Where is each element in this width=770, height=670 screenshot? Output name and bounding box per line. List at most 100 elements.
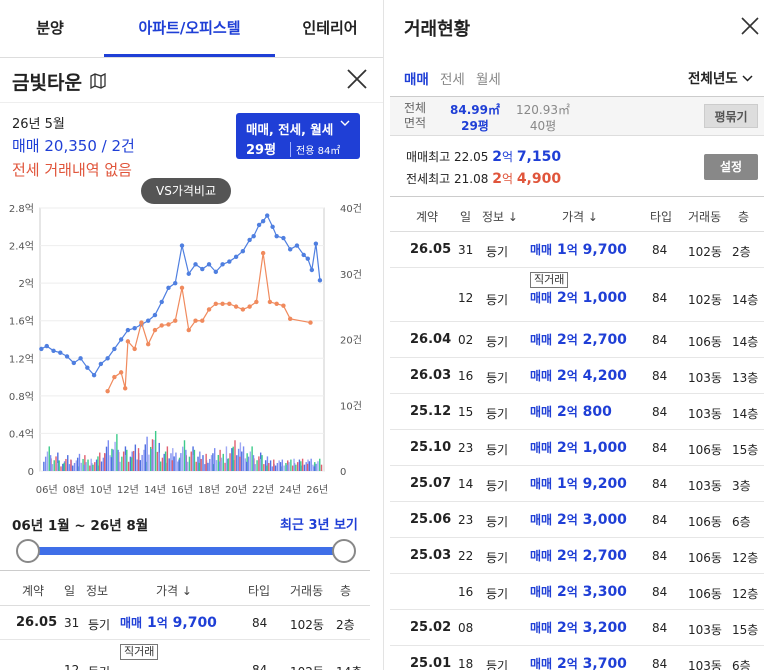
row-type: 84 <box>652 477 668 491</box>
volume-bar <box>171 460 174 471</box>
price-sort[interactable]: 가격 ↓ <box>562 208 598 225</box>
tab-sale[interactable]: 매매 <box>404 68 429 88</box>
volume-bar <box>264 460 267 471</box>
compare-button[interactable]: VS가격비교 <box>141 178 231 204</box>
price-chart: 0 0.4억 0.8억 1.2억 1.6억 2억 2.4억 2.8억 0 10건 20건 30건 40건… <box>9 203 362 496</box>
data-point <box>294 243 300 248</box>
volume-bar <box>114 441 116 471</box>
data-point <box>173 280 178 286</box>
volume-bar <box>204 464 206 471</box>
row-floor: 15층 <box>732 623 759 637</box>
volume-bar <box>119 461 121 471</box>
area-option-120[interactable]: 120.93㎡ 40평 <box>516 102 570 134</box>
summary-sale: 매매 20,350 / 2건 <box>12 137 135 155</box>
data-point <box>317 278 323 283</box>
row-day: 12 <box>64 663 80 670</box>
row-floor: 14층 <box>336 663 362 670</box>
volume-bar <box>132 450 135 471</box>
volume-bar <box>173 456 175 471</box>
close-icon[interactable] <box>740 16 760 40</box>
volume-bar <box>306 463 309 471</box>
volume-bar <box>232 446 234 471</box>
table-row[interactable]: 25.07 14 등기 매매 1억 9,200 84 103동 3층 <box>390 466 764 502</box>
volume-bar <box>112 449 114 471</box>
tab-interior[interactable]: 인테리어 <box>282 0 378 58</box>
table-row[interactable]: 25.03 22 등기 매매 2억 2,700 84 106동 12층 <box>390 538 764 574</box>
volume-bar <box>90 458 92 471</box>
tab-apartment[interactable]: 아파트/오피스텔 <box>104 0 275 58</box>
tab-presale[interactable]: 분양 <box>0 0 100 58</box>
volume-bar <box>195 461 197 471</box>
data-point <box>240 307 246 312</box>
settings-button[interactable]: 설정 <box>704 154 758 180</box>
range-end-handle[interactable] <box>332 539 356 563</box>
volume-bar <box>283 465 285 471</box>
close-icon[interactable] <box>346 68 368 94</box>
volume-bar <box>136 459 138 471</box>
row-date: 25.07 <box>410 476 452 491</box>
data-point <box>152 312 158 318</box>
row-day: 14 <box>458 477 474 491</box>
volume-bar <box>110 457 113 471</box>
filter-button[interactable]: 매매, 전세, 월세 29평 전용 84㎡ <box>236 113 360 159</box>
table-row[interactable]: 12 등기 직거래 매매 2억 1,000 84 102동 14층 <box>390 268 764 322</box>
volume-bar <box>83 464 86 471</box>
table-row[interactable]: 26.03 16 등기 매매 2억 4,200 84 103동 13층 <box>390 358 764 394</box>
row-info: 등기 <box>486 371 509 385</box>
volume-bar <box>300 461 302 471</box>
range-track[interactable] <box>28 547 344 555</box>
table-row[interactable]: 25.10 23 등기 매매 2억 1,000 84 106동 15층 <box>390 430 764 466</box>
volume-bar <box>319 458 321 471</box>
data-point <box>227 301 232 307</box>
row-day: 15 <box>458 405 474 419</box>
data-point <box>281 303 286 308</box>
volume-bar <box>222 453 224 471</box>
table-row[interactable]: 26.05 31 등기 매매 1억 9,700 84 102동 2층 <box>390 232 764 268</box>
volume-bar <box>124 454 126 471</box>
volume-bar <box>117 449 119 471</box>
table-row[interactable]: 25.12 15 등기 매매 2억 800 84 103동 14층 <box>390 394 764 430</box>
area-option-84[interactable]: 84.99㎡ 29평 <box>450 102 500 134</box>
volume-bar <box>161 457 164 471</box>
row-date: 25.06 <box>410 512 452 527</box>
info-sort[interactable]: 정보 ↓ <box>482 208 518 225</box>
row-price: 매매 2억 2,700 <box>530 332 627 348</box>
left-table-header: 계약 일 정보 가격 ↓ 타입 거래동 층 <box>0 570 370 606</box>
x-tick-label: 10년 <box>90 484 112 496</box>
data-point <box>145 341 151 347</box>
max-price-box: 매매최고 22.05 2억 7,150 전세최고 21.08 2억 4,900 … <box>390 136 764 196</box>
row-floor: 15층 <box>732 443 759 457</box>
volume-bar <box>242 446 245 471</box>
volume-bar <box>151 448 153 471</box>
volume-bar <box>191 454 194 471</box>
map-icon[interactable] <box>90 72 106 93</box>
price-sort[interactable]: 가격 ↓ <box>156 582 192 599</box>
data-point <box>118 370 124 375</box>
volume-bar <box>286 464 288 471</box>
row-building: 103동 <box>688 407 722 421</box>
table-row[interactable]: 25.06 23 등기 매매 2억 3,000 84 106동 6층 <box>390 502 764 538</box>
data-point <box>233 254 239 260</box>
range-start-handle[interactable] <box>16 539 40 563</box>
year-select[interactable]: 전체년도 <box>688 67 753 87</box>
row-floor: 6층 <box>732 515 751 529</box>
recent-3y-button[interactable]: 최근 3년 보기 <box>280 514 358 533</box>
tab-monthly[interactable]: 월세 <box>476 68 501 88</box>
volume-bar <box>254 464 256 471</box>
table-row[interactable]: 12 등기 직거래 84 102동 14층 <box>0 640 370 670</box>
table-row[interactable]: 26.05 31 등기 매매 1억 9,700 84 102동 2층 <box>0 606 370 640</box>
volume-bar <box>144 444 146 471</box>
row-info: 등기 <box>486 515 509 529</box>
volume-bar <box>212 453 214 471</box>
volume-bar <box>121 456 123 471</box>
data-point <box>256 222 262 228</box>
volume-bar <box>320 464 323 471</box>
volume-bar <box>290 459 292 471</box>
table-row[interactable]: 25.02 08 매매 2억 3,200 84 103동 15층 <box>390 610 764 646</box>
table-row[interactable]: 26.04 02 등기 매매 2억 2,700 84 106동 14층 <box>390 322 764 358</box>
table-row[interactable]: 16 등기 매매 2억 3,300 84 106동 12층 <box>390 574 764 610</box>
tab-jeonse[interactable]: 전세 <box>440 68 465 88</box>
table-row[interactable]: 25.01 18 등기 매매 2억 3,700 84 103동 6층 <box>390 646 764 670</box>
group-pyeong-button[interactable]: 평묶기 <box>704 104 758 128</box>
volume-bar <box>237 448 240 471</box>
